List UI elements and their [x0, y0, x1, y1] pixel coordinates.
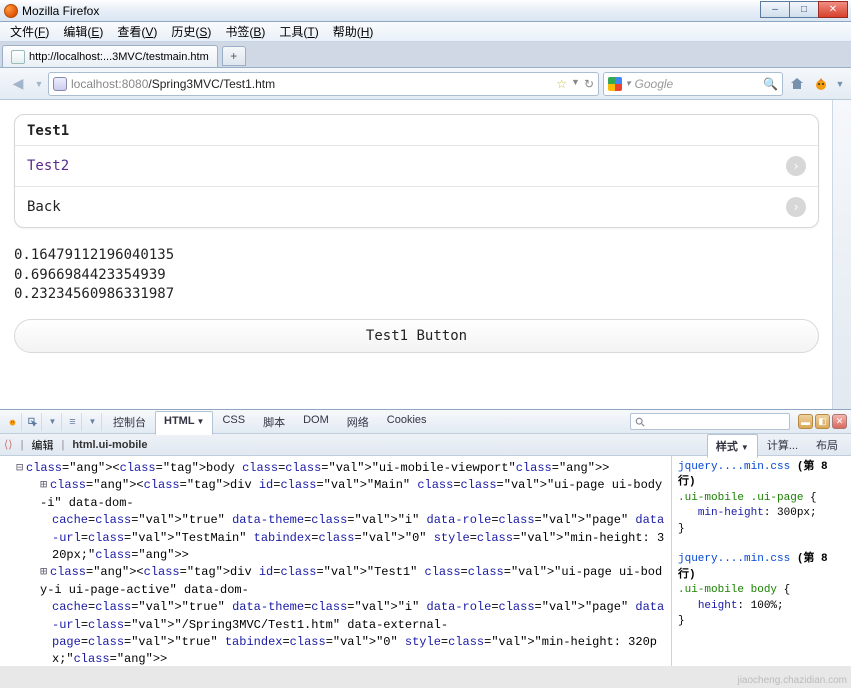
random-number: 0.23234560986331987: [14, 285, 819, 305]
devtools-dropdown-icon[interactable]: ▼: [84, 413, 102, 431]
devtools-tab-网络[interactable]: 网络: [338, 410, 378, 434]
devtools-tab-DOM[interactable]: DOM: [294, 410, 338, 434]
random-numbers: 0.164791121960401350.69669844233549390.2…: [14, 246, 819, 305]
devtools-tab-控制台[interactable]: 控制台: [104, 410, 155, 434]
browser-tab[interactable]: http://localhost:...3MVC/testmain.htm: [2, 45, 218, 67]
menubar: 文件(F)编辑(E)查看(V)历史(S)书签(B)工具(T)帮助(H): [0, 22, 851, 42]
side-panel-tabs: 样式 ▼计算...布局: [707, 433, 847, 457]
dom-tree[interactable]: ⊟class="ang"><class="tag">body class=cla…: [0, 456, 671, 666]
css-rules-panel[interactable]: jquery....min.css (第 8 行).ui-mobile .ui-…: [671, 456, 851, 666]
list-item-label: Back: [27, 199, 61, 215]
lines-view-icon[interactable]: ≡: [64, 413, 82, 431]
devtools-close-button[interactable]: ✕: [832, 414, 847, 429]
forward-dropdown[interactable]: ▼: [34, 72, 44, 96]
devtools-minimize-button[interactable]: ▬: [798, 414, 813, 429]
back-button[interactable]: ◀: [6, 72, 30, 96]
css-rule-line[interactable]: }: [678, 614, 845, 629]
firefox-icon: [4, 4, 18, 18]
css-rule-line[interactable]: }: [678, 522, 845, 537]
devtools-tab-CSS[interactable]: CSS: [213, 410, 254, 434]
reload-button[interactable]: ↻: [584, 77, 594, 91]
firebug-toolbar-button[interactable]: [811, 74, 831, 94]
home-button[interactable]: [787, 74, 807, 94]
devtools-subtoolbar: ⟨⟩ | 编辑 | html.ui-mobile 样式 ▼计算...布局: [0, 434, 851, 456]
toolbar-dropdown-icon[interactable]: ▼: [835, 74, 845, 94]
chevron-right-icon: ›: [786, 197, 806, 217]
watermark: jiaocheng.chazidian.com: [737, 675, 847, 686]
css-rule-line[interactable]: height: 100%;: [678, 599, 845, 614]
devtools-dropdown-icon[interactable]: ▼: [44, 413, 62, 431]
devtools-detach-button[interactable]: ◧: [815, 414, 830, 429]
devtools-tab-脚本[interactable]: 脚本: [254, 410, 294, 434]
firebug-icon[interactable]: [4, 413, 22, 431]
dom-node[interactable]: ⊞class="ang"><class="tag">div id=class="…: [2, 477, 669, 512]
close-button[interactable]: ✕: [818, 1, 848, 18]
test1-button[interactable]: Test1 Button: [14, 319, 819, 353]
css-rule-line[interactable]: .ui-mobile .ui-page {: [678, 491, 845, 506]
list-item[interactable]: Back ›: [15, 186, 818, 227]
dom-node[interactable]: ⊟class="ang"><class="tag">body class=cla…: [2, 460, 669, 477]
menu-e[interactable]: 编辑(E): [57, 21, 109, 42]
menu-f[interactable]: 文件(F): [4, 21, 55, 42]
random-number: 0.16479112196040135: [14, 246, 819, 266]
page-title: Test1: [15, 115, 818, 145]
dom-node[interactable]: cache=class="val">"true" data-theme=clas…: [2, 512, 669, 564]
page-icon: [11, 50, 25, 64]
maximize-button[interactable]: □: [789, 1, 819, 18]
menu-v[interactable]: 查看(V): [111, 21, 163, 42]
menu-b[interactable]: 书签(B): [219, 21, 271, 42]
css-rule-line[interactable]: min-height: 300px;: [678, 506, 845, 521]
url-dropdown-icon[interactable]: ▼: [571, 77, 580, 91]
side-tab-布局[interactable]: 布局: [807, 433, 847, 457]
css-rule-line[interactable]: .ui-mobile body {: [678, 583, 845, 598]
devtools-tab-Cookies[interactable]: Cookies: [378, 410, 436, 434]
css-rule-line[interactable]: [678, 537, 845, 552]
url-bar[interactable]: localhost:8080/Spring3MVC/Test1.htm ☆ ▼ …: [48, 72, 599, 96]
devtools-search[interactable]: [630, 413, 790, 430]
tab-title: http://localhost:...3MVC/testmain.htm: [29, 51, 209, 63]
tree-toggle-icon[interactable]: ⊞: [40, 564, 50, 581]
devtools-tabs: 控制台HTML▼CSS脚本DOM网络Cookies: [104, 410, 436, 434]
listview-card: Test1 Test2 › Back ›: [14, 114, 819, 228]
list-item-label: Test2: [27, 158, 69, 174]
search-placeholder: Google: [635, 77, 674, 91]
tabbar: http://localhost:...3MVC/testmain.htm +: [0, 42, 851, 68]
window-title: Mozilla Firefox: [22, 4, 99, 18]
dom-node[interactable]: ⊞class="ang"><class="tag">div id=class="…: [2, 564, 669, 599]
random-number: 0.6966984423354939: [14, 266, 819, 286]
breadcrumb[interactable]: html.ui-mobile: [72, 439, 147, 451]
dom-node[interactable]: page=class="val">"true" tabindex=class="…: [2, 634, 669, 666]
inspect-element-icon[interactable]: [24, 413, 42, 431]
chevron-right-icon: ›: [786, 156, 806, 176]
google-icon[interactable]: [608, 77, 622, 91]
content-viewport: Test1 Test2 › Back › 0.16479112196040135…: [0, 100, 851, 409]
site-identity-icon[interactable]: [53, 77, 67, 91]
side-tab-样式[interactable]: 样式 ▼: [707, 434, 758, 458]
devtools-edit-button[interactable]: 编辑: [31, 437, 53, 453]
warning-icon: ⟨⟩: [4, 438, 13, 451]
new-tab-button[interactable]: +: [222, 46, 246, 66]
css-rule-line[interactable]: jquery....min.css (第 8 行): [678, 552, 845, 583]
menu-h[interactable]: 帮助(H): [327, 21, 380, 42]
bookmark-star-icon[interactable]: ☆: [556, 77, 567, 91]
scrollbar-thumb[interactable]: [836, 104, 848, 140]
url-text[interactable]: localhost:8080/Spring3MVC/Test1.htm: [71, 77, 552, 91]
dom-node[interactable]: cache=class="val">"true" data-theme=clas…: [2, 599, 669, 634]
window-titlebar: Mozilla Firefox – □ ✕: [0, 0, 851, 22]
tree-toggle-icon[interactable]: ⊞: [40, 477, 50, 494]
menu-s[interactable]: 历史(S): [165, 21, 217, 42]
list-item[interactable]: Test2 ›: [15, 145, 818, 186]
devtools-toolbar: ▼ ≡ ▼ 控制台HTML▼CSS脚本DOM网络Cookies ▬ ◧ ✕: [0, 410, 851, 434]
minimize-button[interactable]: –: [760, 1, 790, 18]
tree-toggle-icon[interactable]: ⊟: [16, 460, 26, 477]
navbar: ◀ ▼ localhost:8080/Spring3MVC/Test1.htm …: [0, 68, 851, 100]
search-icon[interactable]: 🔍: [763, 77, 778, 91]
search-box[interactable]: ▾ Google 🔍: [603, 72, 783, 96]
side-tab-计算...[interactable]: 计算...: [758, 433, 807, 457]
menu-t[interactable]: 工具(T): [273, 21, 324, 42]
devtools-tab-HTML[interactable]: HTML▼: [155, 411, 213, 435]
search-engine-dropdown[interactable]: ▾: [626, 78, 631, 89]
devtools-panel: ▼ ≡ ▼ 控制台HTML▼CSS脚本DOM网络Cookies ▬ ◧ ✕ ⟨⟩…: [0, 409, 851, 666]
css-rule-line[interactable]: jquery....min.css (第 8 行): [678, 460, 845, 491]
